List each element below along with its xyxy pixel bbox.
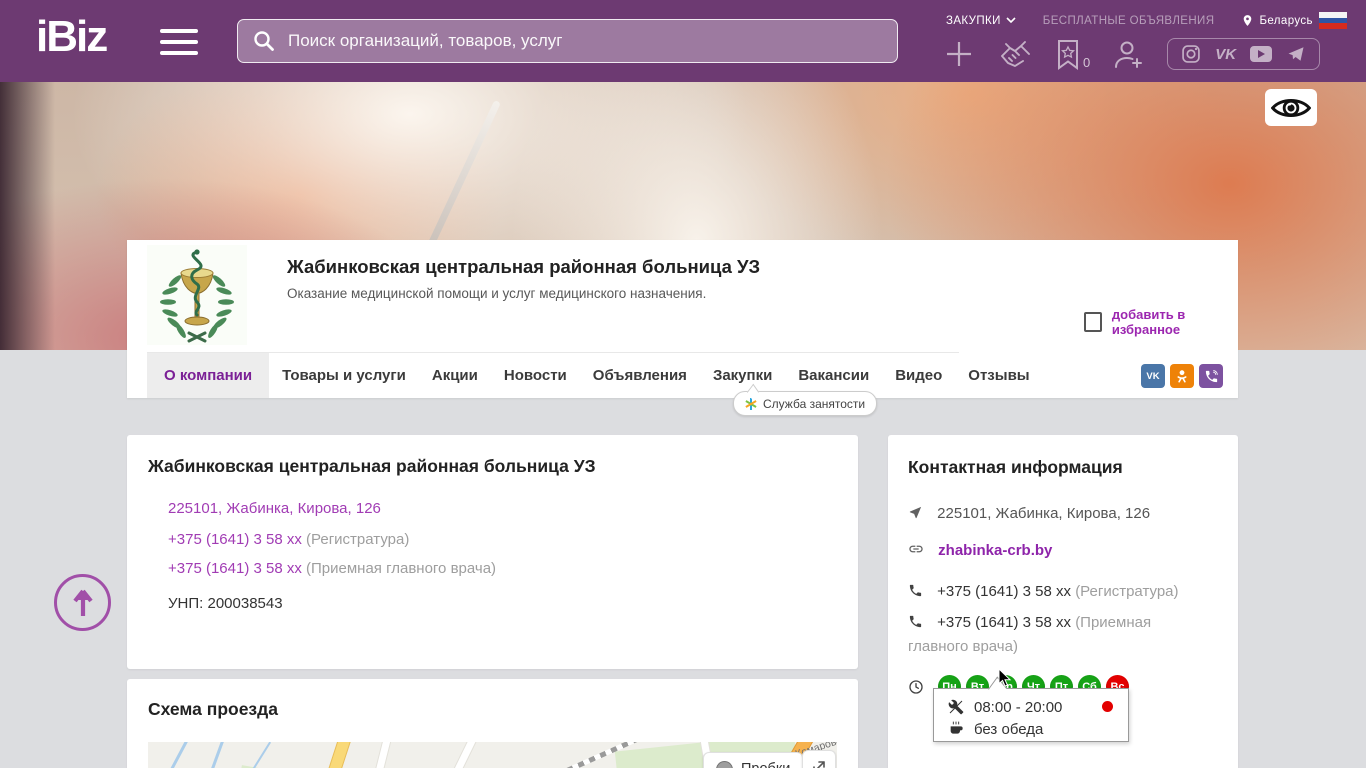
open-status-dot xyxy=(1102,701,1113,712)
search-icon xyxy=(254,31,274,51)
map-fullscreen-button[interactable] xyxy=(802,750,836,768)
phone-icon xyxy=(909,584,922,597)
tab-reviews[interactable]: Отзывы xyxy=(955,353,1042,398)
mouse-cursor xyxy=(998,668,1012,687)
map-road xyxy=(424,742,479,768)
top-header: iBiz ЗАКУПКИ БЕСПЛАТНЫЕ ОБЪЯВЛЕНИЯ Белар… xyxy=(0,0,1366,82)
about-title: Жабинковская центральная районная больни… xyxy=(148,456,596,476)
user-register-icon[interactable] xyxy=(1112,39,1145,70)
about-phone-1-note: (Регистратура) xyxy=(306,531,410,548)
favorites-bookmark-icon[interactable]: 0 xyxy=(1056,39,1090,70)
about-phone-2-note: (Приемная главного врача) xyxy=(306,560,497,577)
favorites-count: 0 xyxy=(1083,54,1091,70)
vk-page-icon[interactable]: VK xyxy=(1141,364,1165,388)
navigation-arrow-icon xyxy=(909,506,922,519)
contact-phone-row-2: +375 (1641) 3 58 xx (Приемная главного в… xyxy=(908,611,1158,659)
viber-icon[interactable] xyxy=(1199,364,1223,388)
header-icons: 0 VK xyxy=(944,38,1321,70)
accessibility-eye-button[interactable] xyxy=(1265,89,1317,126)
top-links: ЗАКУПКИ БЕСПЛАТНЫЕ ОБЪЯВЛЕНИЯ Беларусь xyxy=(946,13,1313,28)
location-pin-icon xyxy=(1244,15,1252,26)
directions-card: Схема проезда ул. Комарова Хуторская ул.… xyxy=(127,679,858,768)
company-social-icons: VK xyxy=(1141,364,1223,388)
company-unp: УНП: 200038543 xyxy=(168,595,283,612)
tools-icon xyxy=(948,699,964,715)
schedule-lunch-row: без обеда xyxy=(948,718,1116,740)
about-company-card: Жабинковская центральная районная больни… xyxy=(127,435,858,669)
tab-video[interactable]: Видео xyxy=(882,353,955,398)
add-plus-icon[interactable] xyxy=(944,39,974,69)
company-description: Оказание медицинской помощи и услуг меди… xyxy=(287,286,707,301)
menu-icon[interactable] xyxy=(160,29,198,62)
eye-icon xyxy=(1271,98,1311,117)
map-river xyxy=(192,742,227,768)
vk-icon[interactable]: VK xyxy=(1215,46,1236,63)
map-road xyxy=(361,742,392,768)
coffee-cup-icon xyxy=(950,721,963,734)
traffic-light-icon xyxy=(716,760,733,768)
contact-phone-2: +375 (1641) 3 58 xx xyxy=(937,614,1072,631)
map-road-yellow xyxy=(310,742,353,768)
schedule-tooltip: 08:00 - 20:00 без обеда xyxy=(933,688,1129,742)
contact-website-row: zhabinka-crb.by xyxy=(908,539,1218,563)
contact-info-card: Контактная информация 225101, Жабинка, К… xyxy=(888,435,1238,768)
company-name: Жабинковская центральная районная больни… xyxy=(287,256,761,277)
free-ads-link[interactable]: БЕСПЛАТНЫЕ ОБЪЯВЛЕНИЯ xyxy=(1043,15,1215,27)
telegram-icon[interactable] xyxy=(1286,45,1306,63)
website-link[interactable]: zhabinka-crb.by xyxy=(938,542,1052,559)
map-river xyxy=(148,742,190,768)
odnoklassniki-icon[interactable] xyxy=(1170,364,1194,388)
about-phone-1[interactable]: +375 (1641) 3 58 xx xyxy=(168,531,302,548)
favorites-checkbox[interactable] xyxy=(1084,312,1102,332)
contact-phone-1-note: (Регистратура) xyxy=(1075,583,1179,600)
zakupki-link[interactable]: ЗАКУПКИ xyxy=(946,15,1016,27)
page: iBiz ЗАКУПКИ БЕСПЛАТНЫЕ ОБЪЯВЛЕНИЯ Белар… xyxy=(0,0,1366,768)
tab-about[interactable]: О компании xyxy=(147,353,270,398)
expand-icon xyxy=(813,761,825,768)
tab-ads[interactable]: Объявления xyxy=(580,353,700,398)
employment-service-badge: Служба занятости xyxy=(733,391,878,416)
contact-title: Контактная информация xyxy=(908,457,1123,477)
contact-phone-row-1: +375 (1641) 3 58 xx (Регистратура) xyxy=(908,580,1218,604)
company-header-card: Жабинковская центральная районная больни… xyxy=(127,240,1238,416)
employment-service-icon xyxy=(745,397,757,410)
handshake-icon[interactable] xyxy=(996,39,1034,69)
add-to-favorites[interactable]: добавить в избранное xyxy=(1084,307,1238,337)
tab-products[interactable]: Товары и услуги xyxy=(269,353,419,398)
about-phone-2[interactable]: +375 (1641) 3 58 xx xyxy=(168,560,302,577)
country-selector[interactable]: Беларусь xyxy=(1241,13,1313,28)
language-flag-ru[interactable] xyxy=(1319,12,1347,29)
youtube-icon[interactable] xyxy=(1250,46,1273,62)
schedule-hours-row: 08:00 - 20:00 xyxy=(948,696,1116,718)
about-address-link[interactable]: 225101, Жабинка, Кирова, 126 xyxy=(168,500,381,517)
contact-phone-1: +375 (1641) 3 58 xx xyxy=(937,583,1072,600)
header-social-group: VK xyxy=(1167,38,1321,70)
clock-icon xyxy=(909,679,923,694)
search-input[interactable] xyxy=(286,30,897,52)
chevron-down-icon xyxy=(1006,17,1016,24)
scroll-to-top-button[interactable] xyxy=(54,574,111,631)
traffic-button[interactable]: Пробки xyxy=(703,752,804,768)
link-icon xyxy=(909,545,923,553)
search-box xyxy=(237,19,898,63)
arrow-up-icon xyxy=(72,589,93,616)
company-logo xyxy=(147,245,247,345)
tab-promotions[interactable]: Акции xyxy=(419,353,491,398)
map[interactable]: ул. Комарова Хуторская ул. Пробки xyxy=(148,742,837,768)
phone-icon xyxy=(909,615,922,628)
tab-news[interactable]: Новости xyxy=(491,353,580,398)
map-river xyxy=(226,742,272,768)
site-logo[interactable]: iBiz xyxy=(36,12,108,62)
directions-title: Схема проезда xyxy=(148,699,278,719)
contact-address-row: 225101, Жабинка, Кирова, 126 xyxy=(908,502,1218,526)
instagram-icon[interactable] xyxy=(1181,44,1201,64)
